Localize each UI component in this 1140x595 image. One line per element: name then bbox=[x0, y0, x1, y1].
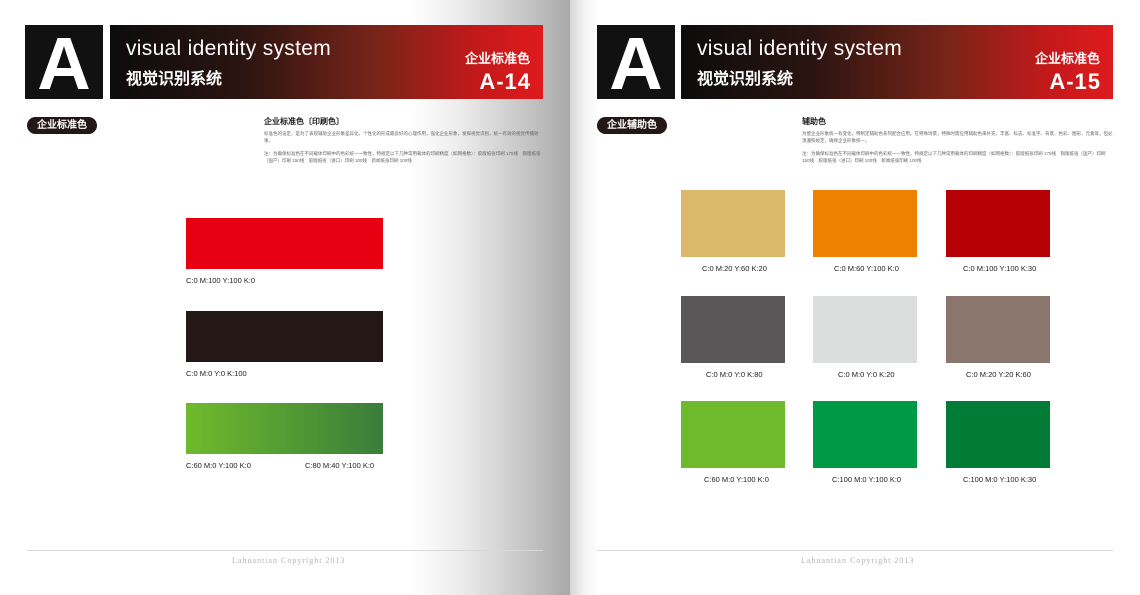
description-body: 为使企业形象统一有变化，特制定辅助色系列配合应用。在特殊场景，特殊时需应用辅助色… bbox=[802, 131, 1113, 143]
color-swatch-gold bbox=[681, 190, 785, 257]
banner-title-en: visual identity system bbox=[126, 37, 332, 60]
footer-divider bbox=[27, 550, 543, 551]
banner-section-label: 企业标准色 bbox=[464, 51, 530, 66]
color-value-green-end: C:80 M:40 Y:100 K:0 bbox=[305, 461, 375, 470]
color-swatch-dark-green bbox=[946, 401, 1050, 468]
header-banner: visual identity system 视觉识别系统 企业标准色 A-14 bbox=[110, 25, 543, 99]
description-title: 辅助色 bbox=[802, 117, 826, 126]
color-swatch-light-green bbox=[681, 401, 785, 468]
description-note: 注：为确保标准色在不同载体印刷中的色彩统一一致性，特规定以下几种常用载体的印刷精… bbox=[802, 151, 1106, 163]
footer-copyright: Lahuantian Copyright 2013 bbox=[801, 556, 915, 565]
brand-logo: A bbox=[597, 22, 675, 105]
page-a14: A visual identity system 视觉识别系统 企业标准色 A-… bbox=[0, 0, 570, 595]
brand-letter: A bbox=[37, 22, 91, 105]
page-a15: A visual identity system 视觉识别系统 企业标准色 A-… bbox=[570, 0, 1140, 595]
color-swatch-dark-red bbox=[946, 190, 1050, 257]
color-value-light-gray: C:0 M:0 Y:0 K:20 bbox=[838, 370, 895, 379]
color-swatch-taupe bbox=[946, 296, 1050, 363]
footer-copyright: Lahuantian Copyright 2013 bbox=[232, 556, 346, 565]
description-title: 企业标准色〔印刷色〕 bbox=[264, 117, 344, 126]
brand-letter: A bbox=[609, 22, 663, 105]
color-swatch-red bbox=[186, 218, 383, 269]
color-value-gold: C:0 M:20 Y:60 K:20 bbox=[702, 264, 767, 273]
color-swatch-green bbox=[813, 401, 917, 468]
color-value-taupe: C:0 M:20 Y:20 K:60 bbox=[966, 370, 1031, 379]
color-swatch-black bbox=[186, 311, 383, 362]
description-block: 辅助色 为使企业形象统一有变化，特制定辅助色系列配合应用。在特殊场景，特殊时需应… bbox=[802, 116, 1114, 164]
color-value-red: C:0 M:100 Y:100 K:0 bbox=[186, 276, 256, 285]
color-swatch-light-gray bbox=[813, 296, 917, 363]
color-value-green: C:100 M:0 Y:100 K:0 bbox=[832, 475, 902, 484]
description-block: 企业标准色〔印刷色〕 标准色的设定，是为了表现辅助企业形象差异化，个性化的形成最… bbox=[264, 116, 544, 164]
banner-title-cn: 视觉识别系统 bbox=[697, 71, 794, 88]
color-swatch-green-gradient bbox=[186, 403, 383, 454]
color-value-green-start: C:60 M:0 Y:100 K:0 bbox=[186, 461, 251, 470]
color-value-light-green: C:60 M:0 Y:100 K:0 bbox=[704, 475, 769, 484]
description-note: 注：为确保标准色在不同载体印刷中的色彩统一一致性，特规定以下几种常用载体的印刷精… bbox=[264, 151, 541, 163]
banner-section-label: 企业标准色 bbox=[1034, 51, 1100, 66]
banner-title-en: visual identity system bbox=[697, 37, 903, 60]
page-code: A-14 bbox=[479, 69, 531, 94]
brand-logo: A bbox=[25, 22, 103, 105]
header-banner: visual identity system 视觉识别系统 企业标准色 A-15 bbox=[681, 25, 1113, 99]
description-body: 标准色的设定，是为了表现辅助企业形象差异化，个性化的形成最良好的心理作用，强化企… bbox=[264, 131, 539, 143]
color-value-dark-gray: C:0 M:0 Y:0 K:80 bbox=[706, 370, 763, 379]
banner-title-cn: 视觉识别系统 bbox=[126, 71, 223, 88]
color-value-orange: C:0 M:60 Y:100 K:0 bbox=[834, 264, 899, 273]
color-value-dark-red: C:0 M:100 Y:100 K:30 bbox=[963, 264, 1037, 273]
color-value-black: C:0 M:0 Y:0 K:100 bbox=[186, 369, 247, 378]
page-code: A-15 bbox=[1049, 69, 1101, 94]
color-value-dark-green: C:100 M:0 Y:100 K:30 bbox=[963, 475, 1037, 484]
section-tab-standard-color: 企业标准色 bbox=[27, 117, 97, 134]
color-swatch-orange bbox=[813, 190, 917, 257]
color-swatch-dark-gray bbox=[681, 296, 785, 363]
section-tab-auxiliary-color: 企业辅助色 bbox=[597, 117, 667, 134]
footer-divider bbox=[597, 550, 1113, 551]
